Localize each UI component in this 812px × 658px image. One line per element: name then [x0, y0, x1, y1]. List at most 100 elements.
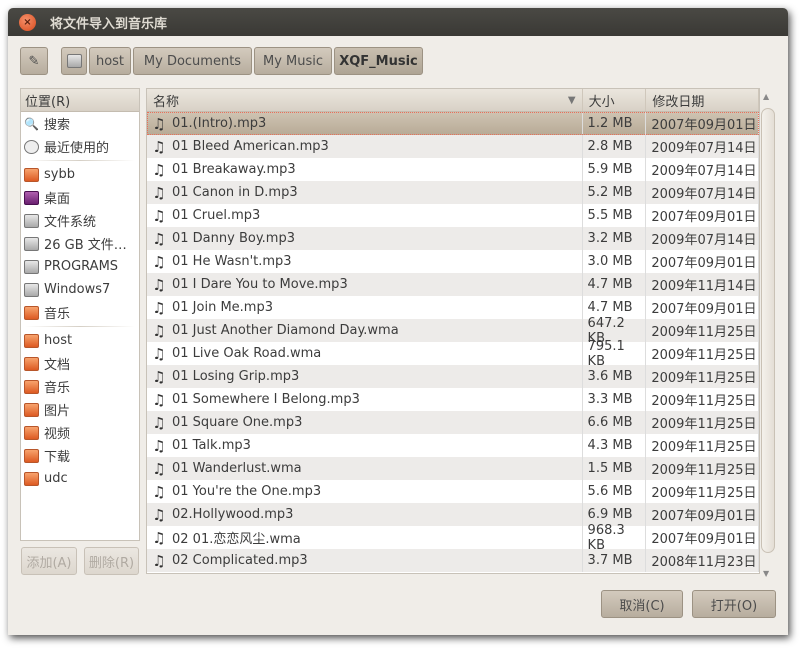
file-row[interactable]: ♫ 01 Bleed American.mp3 2.8 MB 2009年07月14日 — [147, 135, 759, 158]
open-button[interactable]: 打开(O) — [692, 590, 776, 618]
file-row[interactable]: ♫ 02.Hollywood.mp3 6.9 MB 2007年09月01日 — [147, 503, 759, 526]
file-date: 2007年09月01日 — [646, 526, 759, 549]
remove-bookmark-button[interactable]: 删除(R) — [84, 547, 139, 575]
sidebar-item[interactable]: 图片 — [21, 398, 139, 421]
file-name-cell: ♫ 02.Hollywood.mp3 — [147, 503, 583, 526]
sidebar-item[interactable]: 下载 — [21, 444, 139, 467]
column-date[interactable]: 修改日期 — [646, 89, 759, 111]
sidebar-item-label: 视频 — [44, 427, 71, 442]
file-name-cell: ♫ 01 Live Oak Road.wma — [147, 342, 583, 365]
close-button[interactable]: × — [19, 13, 36, 31]
sidebar-item[interactable]: 🔍 搜索 — [21, 112, 139, 135]
file-date: 2009年07月14日 — [646, 135, 759, 158]
path-root-button[interactable] — [61, 47, 87, 75]
sidebar-item[interactable]: 音乐 — [21, 301, 139, 324]
file-date: 2007年09月01日 — [646, 250, 759, 273]
file-row[interactable]: ♫ 01 Wanderlust.wma 1.5 MB 2009年11月25日 — [147, 457, 759, 480]
file-name-cell: ♫ 01 Join Me.mp3 — [147, 296, 583, 319]
places-sidebar: 位置(R) 🔍 搜索 最近使用的 sybb 桌面 文件系统 26 GB 文件… PROGRAM… — [20, 88, 140, 541]
sidebar-item[interactable]: 最近使用的 — [21, 135, 139, 158]
sidebar-item[interactable]: 视频 — [21, 421, 139, 444]
file-date: 2009年11月25日 — [646, 434, 759, 457]
sidebar-item[interactable]: PROGRAMS — [21, 255, 139, 278]
sidebar-item-label: 图片 — [44, 404, 71, 419]
file-name: 01 Breakaway.mp3 — [172, 162, 296, 177]
sidebar-item[interactable]: host — [21, 329, 139, 352]
add-bookmark-button[interactable]: 添加(A) — [21, 547, 77, 575]
file-name: 01 Cruel.mp3 — [172, 208, 261, 223]
audio-file-icon: ♫ — [152, 551, 166, 570]
sidebar-item[interactable]: 文件系统 — [21, 209, 139, 232]
scrollbar-thumb[interactable] — [761, 108, 775, 553]
file-row[interactable]: ♫ 01 Live Oak Road.wma 795.1 KB 2009年11月25日 — [147, 339, 759, 369]
file-name: 01 Danny Boy.mp3 — [172, 231, 295, 246]
file-row[interactable]: ♫ 01 Danny Boy.mp3 3.2 MB 2009年07月14日 — [147, 227, 759, 250]
file-name: 02 01.恋恋风尘.wma — [172, 532, 301, 547]
file-date: 2009年11月25日 — [646, 319, 759, 342]
file-row[interactable]: ♫ 01 He Wasn't.mp3 3.0 MB 2007年09月01日 — [147, 250, 759, 273]
file-size: 3.3 MB — [583, 388, 647, 411]
type-location-button[interactable]: ✎ — [20, 47, 48, 75]
file-name: 01 Join Me.mp3 — [172, 300, 273, 315]
scrollbar[interactable]: ▲ ▼ — [760, 88, 776, 578]
file-row[interactable]: ♫ 01 Losing Grip.mp3 3.6 MB 2009年11月25日 — [147, 365, 759, 388]
path-xqf-music-button[interactable]: XQF_Music — [334, 47, 423, 75]
file-size: 2.8 MB — [583, 135, 647, 158]
sidebar-item[interactable]: 文档 — [21, 352, 139, 375]
file-name-cell: ♫ 01 He Wasn't.mp3 — [147, 250, 583, 273]
file-name: 01 He Wasn't.mp3 — [172, 254, 292, 269]
file-row[interactable]: ♫ 01.(Intro).mp3 1.2 MB 2007年09月01日 — [147, 112, 759, 135]
path-my-documents-button[interactable]: My Documents — [133, 47, 252, 75]
home-folder-icon — [24, 167, 39, 182]
sidebar-item[interactable]: udc — [21, 467, 139, 490]
sidebar-item[interactable]: 音乐 — [21, 375, 139, 398]
file-row[interactable]: ♫ 01 Join Me.mp3 4.7 MB 2007年09月01日 — [147, 296, 759, 319]
file-name-cell: ♫ 01 Danny Boy.mp3 — [147, 227, 583, 250]
file-date: 2009年11月25日 — [646, 365, 759, 388]
places-header[interactable]: 位置(R) — [21, 89, 139, 112]
path-host-button[interactable]: host — [89, 47, 131, 75]
file-row[interactable]: ♫ 01 Square One.mp3 6.6 MB 2009年11月25日 — [147, 411, 759, 434]
file-name-cell: ♫ 01 Just Another Diamond Day.wma — [147, 319, 583, 342]
sidebar-item[interactable]: Windows7 — [21, 278, 139, 301]
sidebar-item-label: host — [44, 333, 73, 348]
file-row[interactable]: ♫ 01 I Dare You to Move.mp3 4.7 MB 2009年11月… — [147, 273, 759, 296]
pictures-folder-icon — [24, 402, 39, 417]
file-row[interactable]: ♫ 01 Canon in D.mp3 5.2 MB 2009年07月14日 — [147, 181, 759, 204]
documents-folder-icon — [24, 356, 39, 371]
drive-icon — [24, 213, 39, 228]
file-name: 01 Wanderlust.wma — [172, 461, 302, 476]
file-row[interactable]: ♫ 01 Cruel.mp3 5.5 MB 2007年09月01日 — [147, 204, 759, 227]
scroll-down-icon[interactable]: ▼ — [763, 569, 769, 578]
file-name: 02.Hollywood.mp3 — [172, 507, 294, 522]
sidebar-item[interactable]: 26 GB 文件… — [21, 232, 139, 255]
file-row[interactable]: ♫ 02 Complicated.mp3 3.7 MB 2008年11月23日 — [147, 549, 759, 572]
column-name[interactable]: 名称 ▼ — [147, 89, 583, 111]
window-title: 将文件导入到音乐库 — [50, 16, 168, 32]
audio-file-icon: ♫ — [152, 160, 166, 179]
file-row[interactable]: ♫ 01 Talk.mp3 4.3 MB 2009年11月25日 — [147, 434, 759, 457]
path-my-music-button[interactable]: My Music — [254, 47, 332, 75]
cancel-button[interactable]: 取消(C) — [601, 590, 683, 618]
file-name: 01 Bleed American.mp3 — [172, 139, 329, 154]
sidebar-item[interactable]: 桌面 — [21, 186, 139, 209]
sidebar-item[interactable]: sybb — [21, 163, 139, 186]
column-size[interactable]: 大小 — [583, 89, 647, 111]
file-name-cell: ♫ 01 Square One.mp3 — [147, 411, 583, 434]
file-row[interactable]: ♫ 01 Breakaway.mp3 5.9 MB 2009年07月14日 — [147, 158, 759, 181]
sidebar-item-label: Windows7 — [44, 282, 111, 297]
file-date: 2007年09月01日 — [646, 204, 759, 227]
audio-file-icon: ♫ — [152, 505, 166, 524]
file-row[interactable]: ♫ 01 Just Another Diamond Day.wma 647.2 KB… — [147, 316, 759, 346]
file-date: 2009年11月25日 — [646, 457, 759, 480]
scroll-up-icon[interactable]: ▲ — [763, 92, 769, 101]
file-row[interactable]: ♫ 01 You're the One.mp3 5.6 MB 2009年11月25日 — [147, 480, 759, 503]
file-row[interactable]: ♫ 02 01.恋恋风尘.wma 968.3 KB 2007年09月01日 — [147, 523, 759, 553]
file-name: 01 Losing Grip.mp3 — [172, 369, 300, 384]
sidebar-item-label: 搜索 — [44, 118, 71, 133]
audio-file-icon: ♫ — [152, 229, 166, 248]
file-size: 3.0 MB — [583, 250, 647, 273]
file-size: 6.6 MB — [583, 411, 647, 434]
file-name-cell: ♫ 01 Somewhere I Belong.mp3 — [147, 388, 583, 411]
file-row[interactable]: ♫ 01 Somewhere I Belong.mp3 3.3 MB 2009年11月… — [147, 388, 759, 411]
